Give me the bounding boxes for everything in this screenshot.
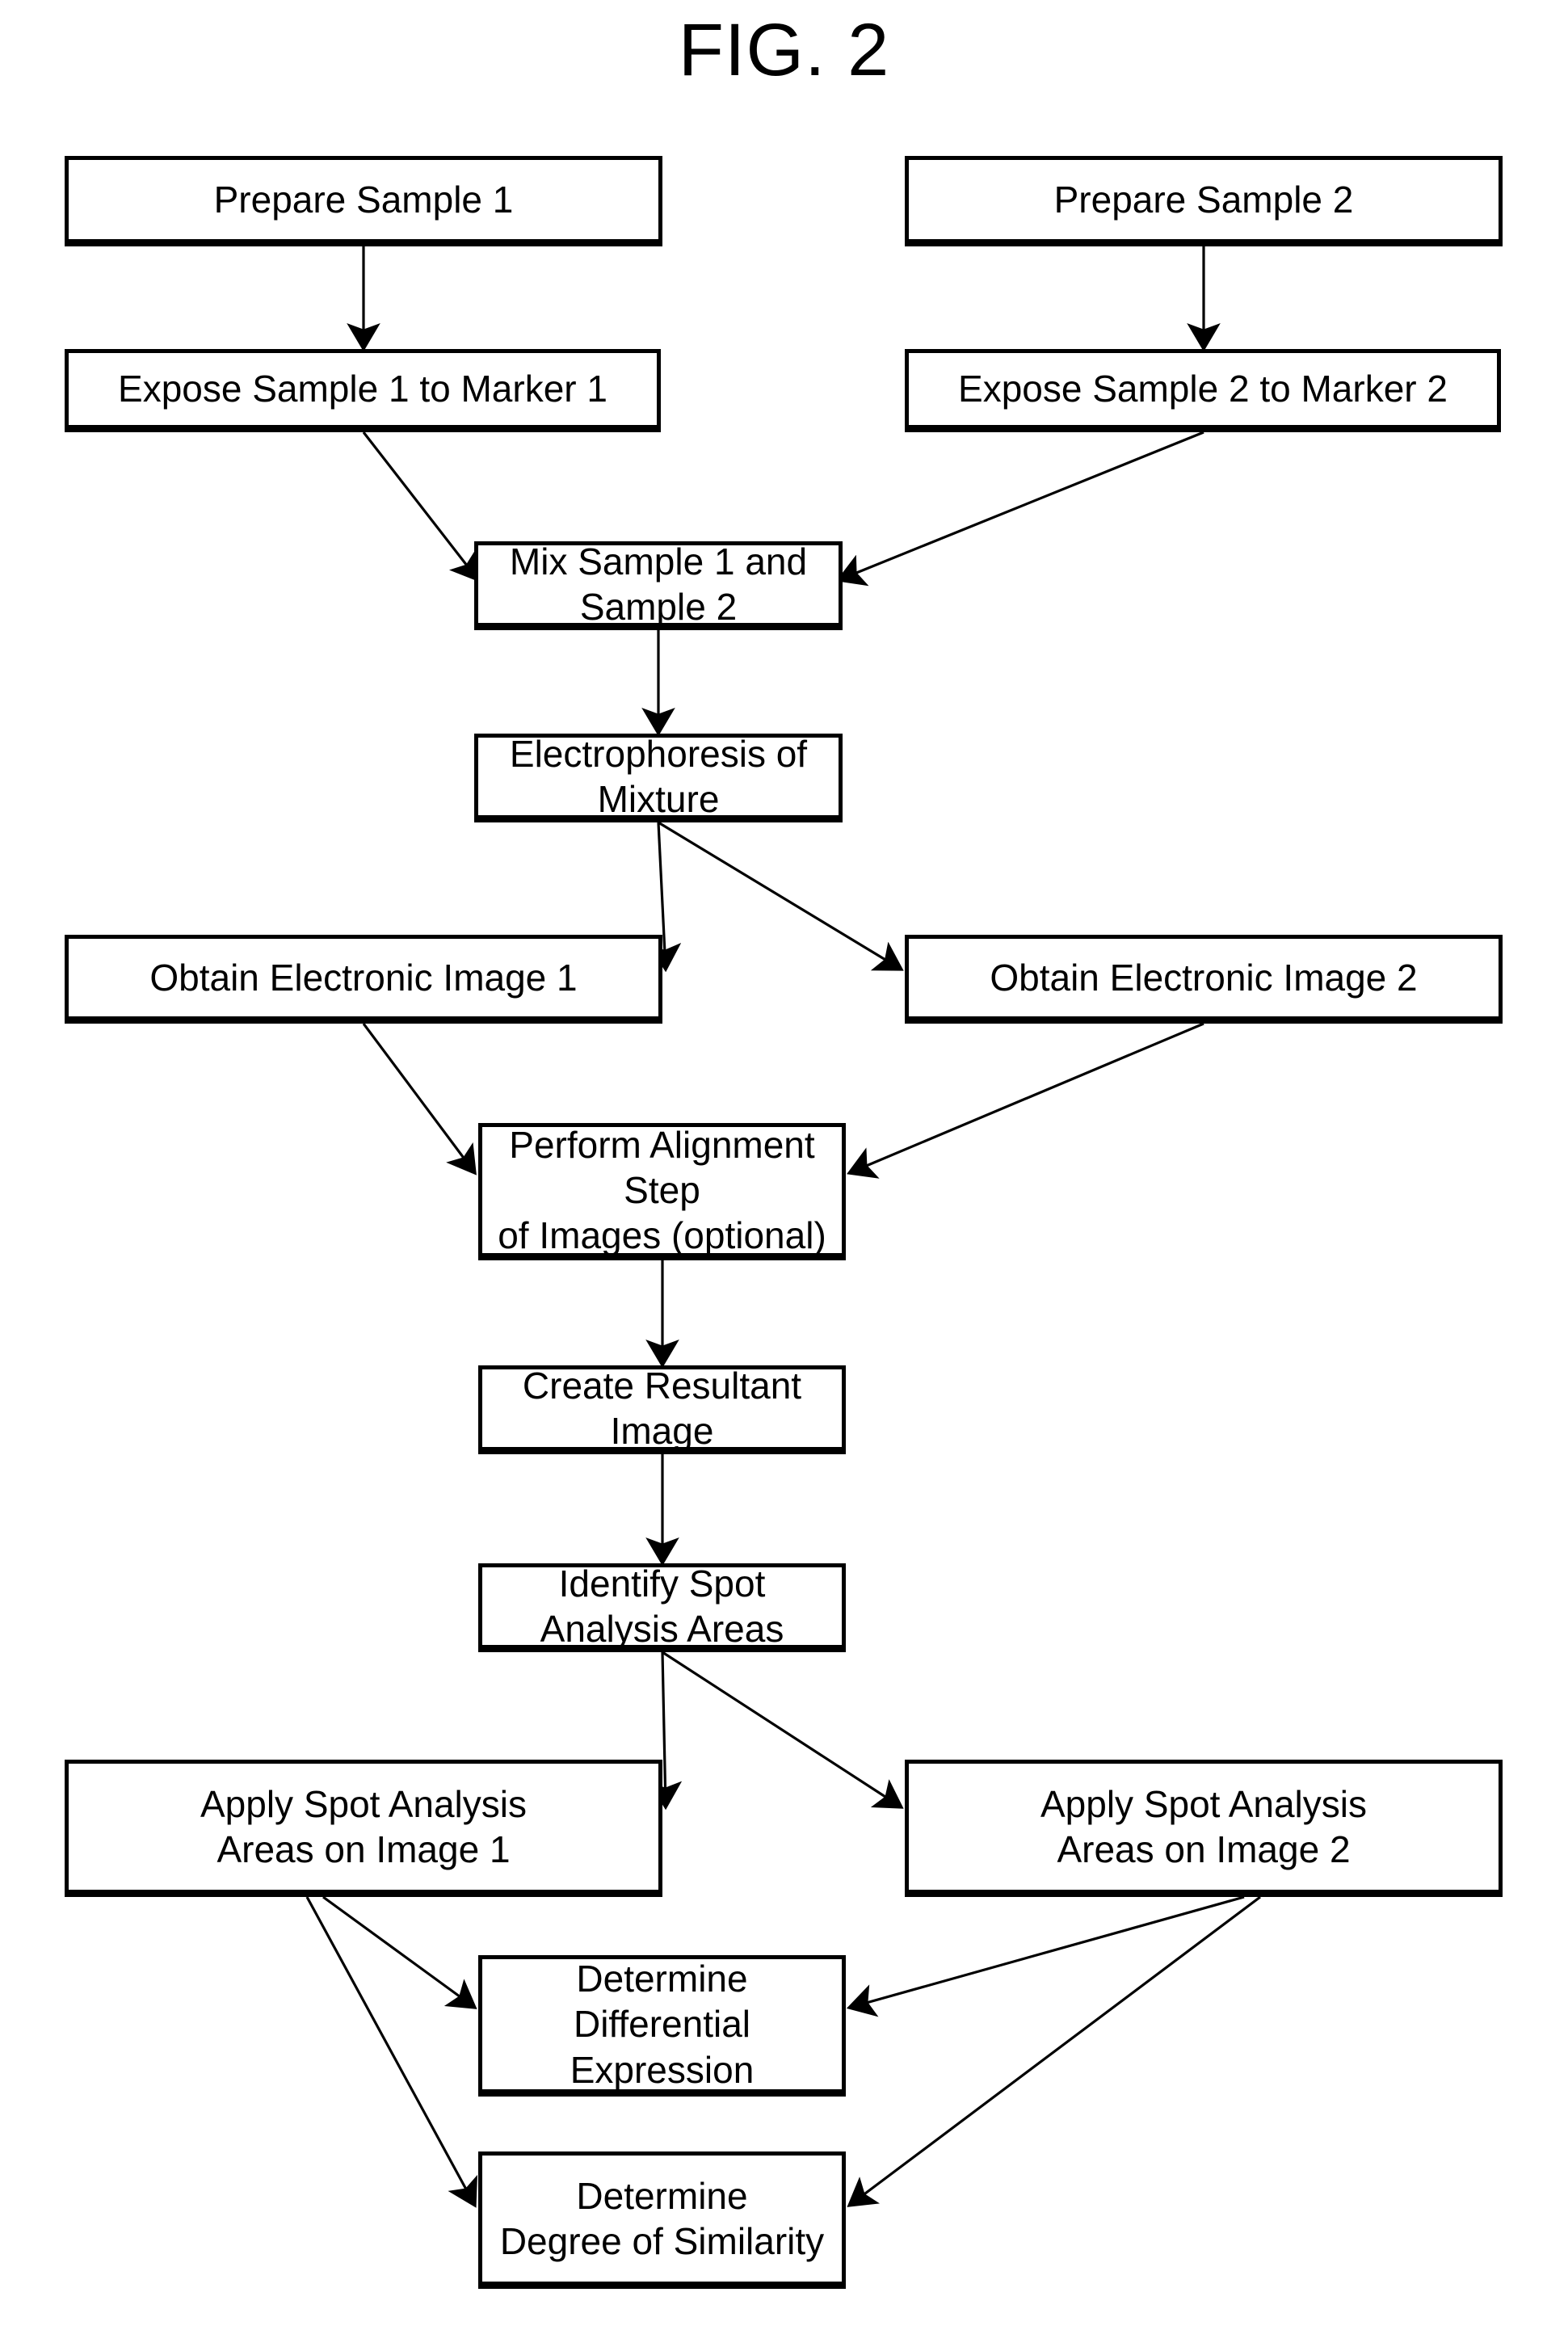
flowchart-edge-identify-to-apply1 [648, 1651, 683, 1811]
flowchart-edge-apply2-to-similarity [847, 1895, 1261, 2207]
flowchart-node-label: Perform Alignment Step of Images (option… [498, 1123, 826, 1257]
flowchart-edge-electrophoresis-to-image2 [658, 821, 904, 971]
flowchart-edge-expose2-to-mix [836, 431, 1204, 587]
flowchart-node-label: Identify Spot Analysis Areas [540, 1562, 784, 1650]
flowchart-node-label: Obtain Electronic Image 2 [990, 956, 1418, 999]
flowchart-node-determine-similarity[interactable]: Determine Degree of Similarity [478, 2151, 846, 2289]
flowchart-node-label: Obtain Electronic Image 1 [149, 956, 578, 999]
flowchart-edge-identify-to-apply2 [662, 1651, 904, 1809]
flowchart-node-label: Expose Sample 2 to Marker 2 [958, 368, 1448, 410]
flowchart-node-label: Create Resultant Image [522, 1364, 802, 1452]
flowchart-edge-apply2-to-differential [846, 1895, 1245, 2017]
flowchart-node-create-resultant-image[interactable]: Create Resultant Image [478, 1365, 846, 1454]
flowchart-edge-apply1-to-differential [322, 1895, 477, 2009]
flowchart-node-label: Expose Sample 1 to Marker 1 [118, 368, 607, 410]
flowchart-node-label: Prepare Sample 1 [213, 178, 514, 221]
flowchart-node-obtain-image-2[interactable]: Obtain Electronic Image 2 [905, 935, 1503, 1024]
flowchart-edge-apply1-to-similarity [305, 1896, 477, 2208]
flowchart-node-label: Electrophoresis of Mixture [509, 732, 808, 820]
flowchart-edge-image2-to-alignment [847, 1022, 1204, 1179]
flowchart-node-label: Apply Spot Analysis Areas on Image 1 [200, 1782, 527, 1870]
flowchart-node-perform-alignment[interactable]: Perform Alignment Step of Images (option… [478, 1123, 846, 1260]
flowchart-edge-image1-to-alignment [362, 1023, 477, 1176]
flowchart-node-label: Prepare Sample 2 [1053, 178, 1354, 221]
flowchart-node-label: Determine Differential Expression [570, 1958, 755, 2091]
flowchart-node-prepare-sample-1[interactable]: Prepare Sample 1 [65, 156, 662, 246]
flowchart-node-expose-sample-1[interactable]: Expose Sample 1 to Marker 1 [65, 349, 661, 432]
flowchart-edge-expose1-to-mix [362, 431, 480, 583]
flowchart-node-identify-spot-areas[interactable]: Identify Spot Analysis Areas [478, 1563, 846, 1652]
flowchart-node-apply-spot-image-1[interactable]: Apply Spot Analysis Areas on Image 1 [65, 1760, 662, 1897]
flowchart-node-expose-sample-2[interactable]: Expose Sample 2 to Marker 2 [905, 349, 1501, 432]
flowchart-node-determine-differential[interactable]: Determine Differential Expression [478, 1955, 846, 2097]
flowchart-node-prepare-sample-2[interactable]: Prepare Sample 2 [905, 156, 1503, 246]
flowchart-node-electrophoresis[interactable]: Electrophoresis of Mixture [474, 732, 843, 822]
flowchart-node-label: Determine Degree of Similarity [499, 2174, 825, 2262]
flowchart-node-apply-spot-image-2[interactable]: Apply Spot Analysis Areas on Image 2 [905, 1760, 1503, 1897]
figure-title: FIG. 2 [678, 9, 890, 91]
flowchart-node-label: Mix Sample 1 and Sample 2 [509, 540, 808, 628]
flowchart-node-mix-samples[interactable]: Mix Sample 1 and Sample 2 [474, 540, 843, 630]
flowchart-node-obtain-image-1[interactable]: Obtain Electronic Image 1 [65, 935, 662, 1024]
figure-root: FIG. 2 Prepare Sample 1 Prepare Sample 2 E… [0, 0, 1568, 2347]
flowchart-node-label: Apply Spot Analysis Areas on Image 2 [1040, 1782, 1367, 1870]
